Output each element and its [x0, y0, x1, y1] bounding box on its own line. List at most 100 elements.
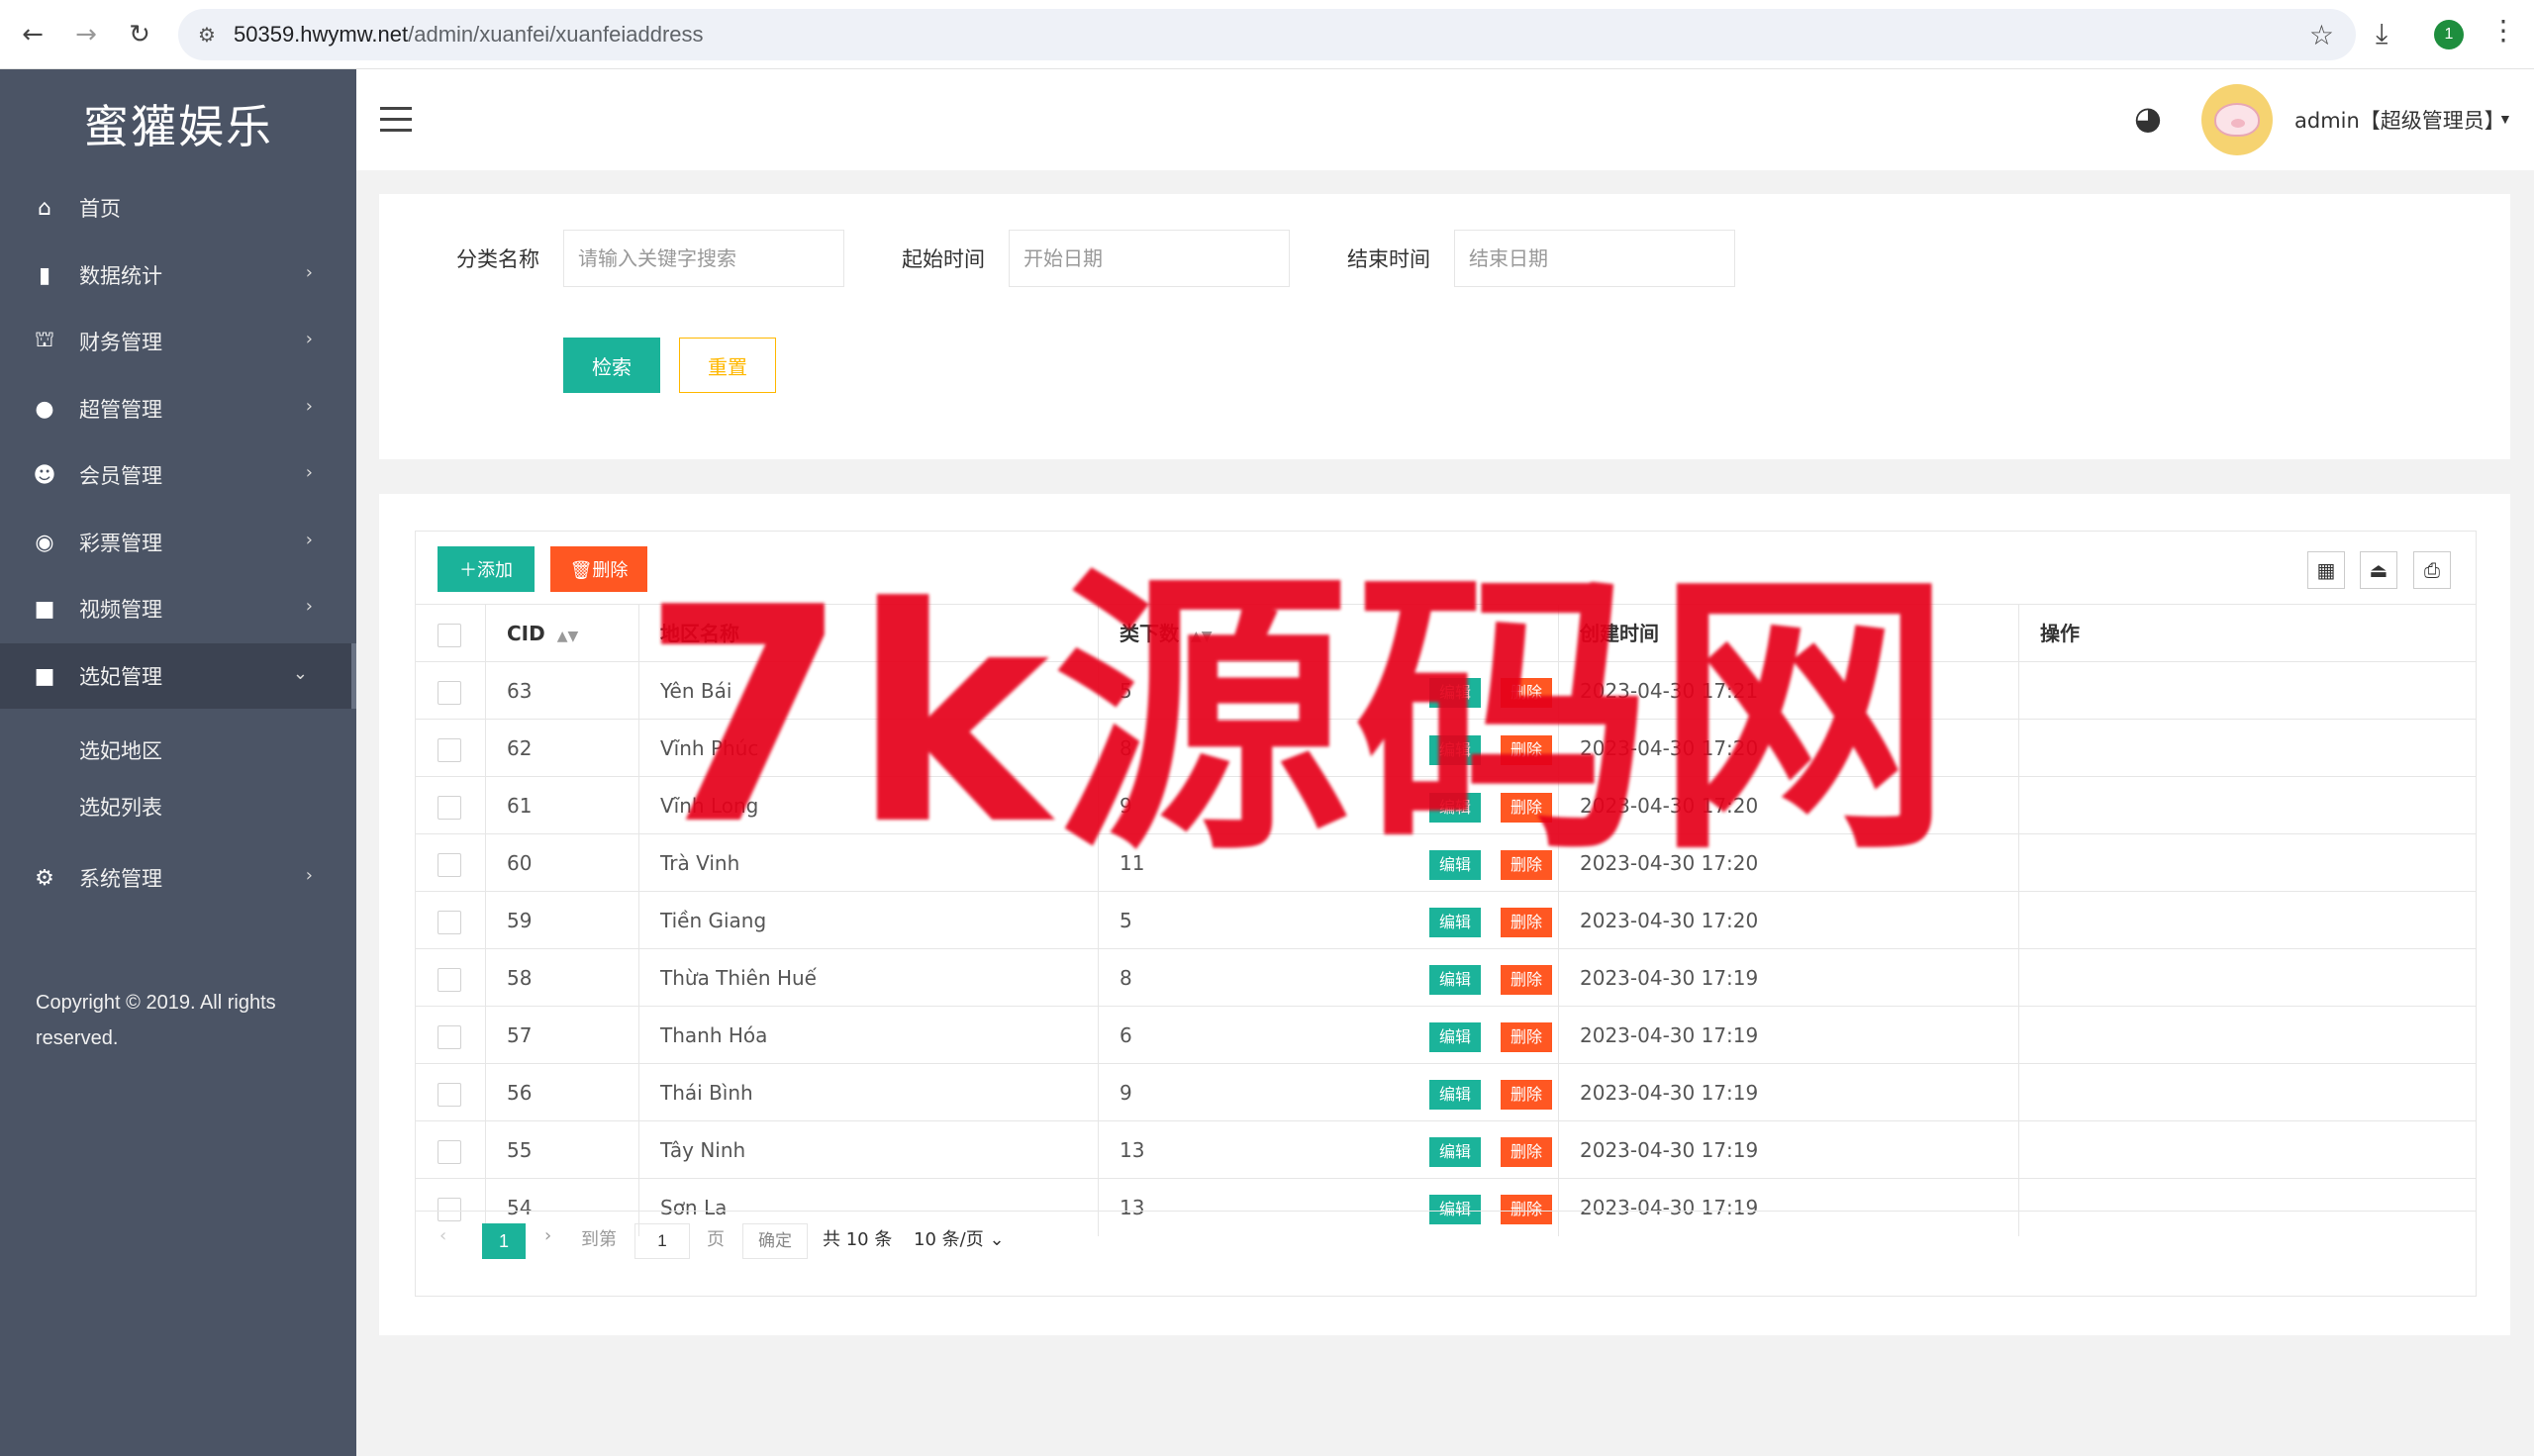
row-checkbox[interactable]	[438, 1025, 461, 1049]
edit-button[interactable]: 编辑	[1429, 735, 1481, 765]
columns-filter-icon[interactable]: ▦	[2307, 551, 2345, 589]
sidebar-item-superadmin[interactable]: ● 超管管理 ›	[0, 376, 356, 441]
delete-button[interactable]: 删除	[1501, 735, 1552, 765]
row-checkbox[interactable]	[438, 853, 461, 877]
sidebar-item-system[interactable]: ⚙ 系统管理 ›	[0, 845, 356, 911]
edit-button[interactable]: 编辑	[1429, 678, 1481, 708]
delete-button[interactable]: 删除	[1501, 908, 1552, 937]
end-date-input[interactable]	[1454, 230, 1735, 287]
delete-button[interactable]: 删除	[1501, 678, 1552, 708]
page-size-select[interactable]: 10 条/页 ⌄	[914, 1225, 1005, 1251]
sidebar-subitem-region[interactable]: 选妃地区	[79, 735, 162, 765]
prev-page-icon[interactable]: ‹	[439, 1225, 446, 1246]
table-grid: CID ▲▼ 地区名称 类下数 ▲▼ 创建时间 操作 63 Yên Bái 5 2023-…	[416, 604, 2476, 1236]
row-checkbox[interactable]	[438, 1140, 461, 1164]
table-header-row: CID ▲▼ 地区名称 类下数 ▲▼ 创建时间 操作	[416, 604, 2476, 662]
start-date-input[interactable]	[1009, 230, 1290, 287]
sidebar-item-members[interactable]: ☻ 会员管理 ›	[0, 442, 356, 508]
column-header-count[interactable]: 类下数 ▲▼	[1098, 605, 1213, 662]
sidebar-item-finance[interactable]: ⛫ 财务管理 ›	[0, 309, 356, 374]
forward-arrow-icon[interactable]: →	[69, 18, 103, 51]
row-checkbox[interactable]	[438, 1083, 461, 1107]
delete-button[interactable]: 删除	[1501, 793, 1552, 823]
users-icon: ☻	[33, 462, 56, 488]
back-arrow-icon[interactable]: ←	[16, 18, 49, 51]
delete-button[interactable]: 删除	[1501, 965, 1552, 995]
column-header-created: 创建时间	[1580, 622, 1659, 645]
reset-button[interactable]: 重置	[679, 338, 776, 393]
sidebar-item-label: 超管管理	[79, 398, 162, 422]
sidebar-item-lottery[interactable]: ◉ 彩票管理 ›	[0, 510, 356, 575]
goto-page-input[interactable]: 1	[634, 1223, 690, 1259]
sidebar-item-statistics[interactable]: ▮ 数据统计 ›	[0, 243, 356, 308]
cell-name: Vĩnh Phúc	[660, 736, 759, 760]
cell-cid: 61	[507, 794, 533, 818]
cell-name: Tiền Giang	[660, 909, 767, 932]
cell-name: Vĩnh Long	[660, 794, 759, 818]
goto-prefix: 到第	[581, 1229, 617, 1250]
table-row: 55 Tây Ninh 13 2023-04-30 17:19 编辑 删除	[416, 1120, 2476, 1179]
sort-icon[interactable]: ▲▼	[557, 629, 579, 644]
edit-button[interactable]: 编辑	[1429, 965, 1481, 995]
search-button[interactable]: 检索	[563, 338, 660, 393]
site-info-icon[interactable]: ⚙	[194, 22, 220, 48]
admin-user-menu[interactable]: admin【超级管理员】	[2294, 105, 2505, 135]
goto-confirm-button[interactable]: 确定	[742, 1223, 808, 1259]
avatar[interactable]	[2201, 84, 2273, 155]
current-page[interactable]: 1	[482, 1223, 526, 1259]
video-camera-icon: ■	[34, 596, 55, 622]
sidebar-item-label: 数据统计	[79, 264, 162, 288]
bulk-delete-button[interactable]: 🗑删除	[550, 546, 647, 592]
gear-icon: ⚙	[35, 865, 54, 891]
column-header-cid[interactable]: CID ▲▼	[485, 605, 578, 662]
cell-created: 2023-04-30 17:20	[1580, 794, 1759, 818]
home-icon: ⌂	[38, 195, 51, 221]
sidebar-subitem-list[interactable]: 选妃列表	[79, 792, 162, 822]
row-checkbox[interactable]	[438, 738, 461, 762]
sidebar-item-label: 选妃管理	[79, 665, 162, 689]
next-page-icon[interactable]: ›	[544, 1225, 551, 1246]
edit-button[interactable]: 编辑	[1429, 1022, 1481, 1052]
row-checkbox[interactable]	[438, 681, 461, 705]
print-icon[interactable]: ⎙	[2413, 551, 2451, 589]
delete-button[interactable]: 删除	[1501, 1080, 1552, 1110]
delete-button[interactable]: 删除	[1501, 1137, 1552, 1167]
url-path: /admin/xuanfei/xuanfeiaddress	[408, 22, 704, 47]
add-button[interactable]: ＋添加	[438, 546, 535, 592]
row-checkbox[interactable]	[438, 968, 461, 992]
cell-cid: 59	[507, 909, 533, 932]
delete-button[interactable]: 删除	[1501, 850, 1552, 880]
table-row: 58 Thừa Thiên Huế 8 2023-04-30 17:19 编辑 删除	[416, 948, 2476, 1007]
browser-menu-icon[interactable]: ⋮	[2489, 14, 2517, 47]
row-checkbox[interactable]	[438, 911, 461, 934]
palette-icon[interactable]: ◕	[2134, 99, 2162, 137]
cell-count: 9	[1120, 1081, 1132, 1105]
cell-count: 8	[1120, 966, 1132, 990]
edit-button[interactable]: 编辑	[1429, 1137, 1481, 1167]
caret-down-icon[interactable]: ▼	[2498, 111, 2512, 127]
menu-toggle-icon[interactable]	[380, 107, 412, 133]
edit-button[interactable]: 编辑	[1429, 908, 1481, 937]
download-icon[interactable]: ⤓	[2376, 17, 2388, 50]
category-search-input[interactable]	[563, 230, 844, 287]
edit-button[interactable]: 编辑	[1429, 1080, 1481, 1110]
delete-button[interactable]: 删除	[1501, 1022, 1552, 1052]
row-checkbox[interactable]	[438, 796, 461, 820]
edit-button[interactable]: 编辑	[1429, 793, 1481, 823]
bookmark-star-icon[interactable]: ☆	[2309, 19, 2334, 51]
profile-badge[interactable]: 1	[2434, 20, 2464, 49]
cell-cid: 63	[507, 679, 533, 703]
sidebar-item-label: 首页	[79, 197, 121, 221]
sidebar-item-xuanfei[interactable]: ■ 选妃管理 ⌄	[0, 643, 356, 709]
video-camera-icon: ■	[34, 663, 55, 689]
sidebar-item-video[interactable]: ■ 视频管理 ›	[0, 576, 356, 641]
copyright-text: Copyright © 2019. All rights reserved.	[36, 992, 276, 1049]
sidebar-item-home[interactable]: ⌂ 首页	[0, 175, 356, 241]
export-icon[interactable]: ⏏	[2360, 551, 2397, 589]
cell-created: 2023-04-30 17:21	[1580, 679, 1759, 703]
select-all-checkbox[interactable]	[438, 624, 461, 647]
reload-icon[interactable]: ↻	[123, 18, 156, 51]
edit-button[interactable]: 编辑	[1429, 850, 1481, 880]
sort-icon[interactable]: ▲▼	[1191, 629, 1213, 644]
address-bar[interactable]: ⚙ 50359.hwymw.net/admin/xuanfei/xuanfeia…	[178, 9, 2356, 60]
